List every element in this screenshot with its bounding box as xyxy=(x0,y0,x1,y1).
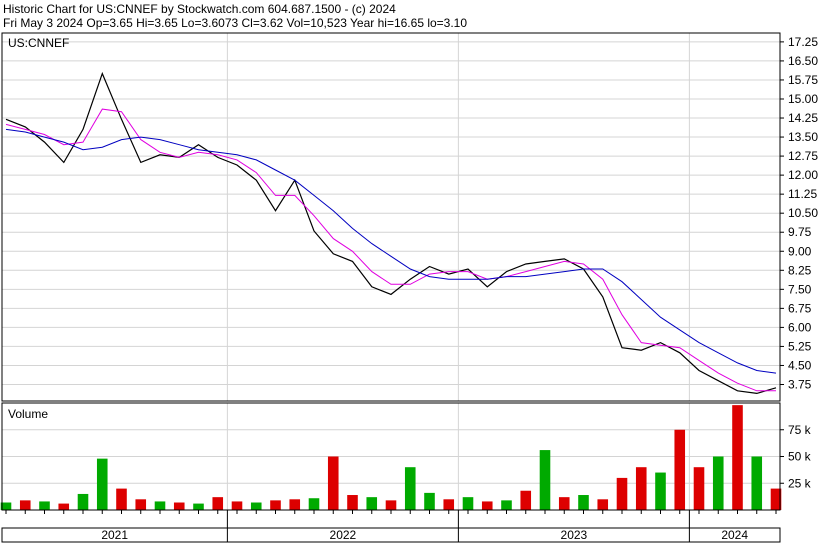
volume-bar xyxy=(212,497,224,510)
volume-bar xyxy=(693,467,705,510)
volume-bar xyxy=(558,497,570,510)
volume-bar xyxy=(39,501,50,510)
price-tick-label: 6.00 xyxy=(788,320,812,334)
price-tick-label: 9.00 xyxy=(788,244,812,258)
volume-bar xyxy=(193,503,204,510)
volume-tick-label: 75 k xyxy=(788,423,812,437)
volume-tick-label: 50 k xyxy=(788,450,812,464)
volume-bar xyxy=(751,456,763,510)
volume-bar xyxy=(635,467,647,510)
volume-bar xyxy=(327,456,339,510)
volume-bar xyxy=(481,501,493,510)
volume-bar xyxy=(520,490,532,510)
price-tick-label: 7.50 xyxy=(788,282,812,296)
price-tick-label: 5.25 xyxy=(788,339,812,353)
chart-header-line1: Historic Chart for US:CNNEF by Stockwatc… xyxy=(3,2,396,16)
volume-panel-title: Volume xyxy=(8,407,48,421)
volume-bar xyxy=(250,502,262,510)
volume-bar xyxy=(385,500,397,510)
volume-bar xyxy=(539,450,551,510)
price-tick-label: 8.25 xyxy=(788,263,812,277)
price-panel-title: US:CNNEF xyxy=(8,36,69,50)
background xyxy=(0,0,830,543)
year-label: 2021 xyxy=(101,528,128,542)
volume-bar xyxy=(289,499,301,510)
volume-bar xyxy=(270,500,281,510)
year-label: 2022 xyxy=(330,528,357,542)
volume-bar xyxy=(231,501,243,510)
volume-bar xyxy=(616,477,628,510)
volume-bar xyxy=(674,429,686,510)
chart-canvas: Historic Chart for US:CNNEF by Stockwatc… xyxy=(0,0,830,543)
volume-bar xyxy=(501,500,512,510)
price-tick-label: 15.75 xyxy=(788,73,818,87)
price-tick-label: 16.50 xyxy=(788,54,818,68)
price-tick-label: 17.25 xyxy=(788,35,818,49)
price-tick-label: 9.75 xyxy=(788,225,812,239)
volume-bar xyxy=(443,499,455,510)
price-tick-label: 14.25 xyxy=(788,111,818,125)
price-tick-label: 10.50 xyxy=(788,206,818,220)
volume-bar xyxy=(597,499,609,510)
volume-bar xyxy=(77,493,89,510)
price-tick-label: 15.00 xyxy=(788,92,818,106)
volume-bar xyxy=(96,458,108,510)
volume-bar xyxy=(424,492,435,510)
volume-bar xyxy=(404,467,416,510)
volume-tick-label: 25 k xyxy=(788,476,812,490)
volume-bar xyxy=(462,497,474,510)
volume-bar xyxy=(655,472,666,510)
volume-bar xyxy=(116,488,127,510)
volume-bar xyxy=(135,499,147,510)
volume-bar xyxy=(347,495,358,510)
volume-bar xyxy=(308,498,320,510)
price-tick-label: 3.75 xyxy=(788,378,812,392)
price-tick-label: 12.00 xyxy=(788,168,818,182)
volume-bar xyxy=(712,456,724,510)
stock-chart: Historic Chart for US:CNNEF by Stockwatc… xyxy=(0,0,830,543)
price-tick-label: 11.25 xyxy=(788,187,817,201)
price-tick-label: 12.75 xyxy=(788,149,818,163)
price-tick-label: 6.75 xyxy=(788,301,812,315)
price-tick-label: 13.50 xyxy=(788,130,818,144)
chart-header-line2: Fri May 3 2024 Op=3.65 Hi=3.65 Lo=3.6073… xyxy=(3,16,467,30)
year-label: 2024 xyxy=(721,528,748,542)
year-label: 2023 xyxy=(561,528,588,542)
price-tick-label: 4.50 xyxy=(788,358,812,372)
volume-bar xyxy=(578,495,589,510)
volume-bar xyxy=(58,503,70,510)
volume-bar xyxy=(154,501,166,510)
volume-bar xyxy=(173,502,185,510)
volume-bar xyxy=(19,500,31,510)
volume-bar xyxy=(732,405,743,510)
volume-bar xyxy=(366,497,378,510)
